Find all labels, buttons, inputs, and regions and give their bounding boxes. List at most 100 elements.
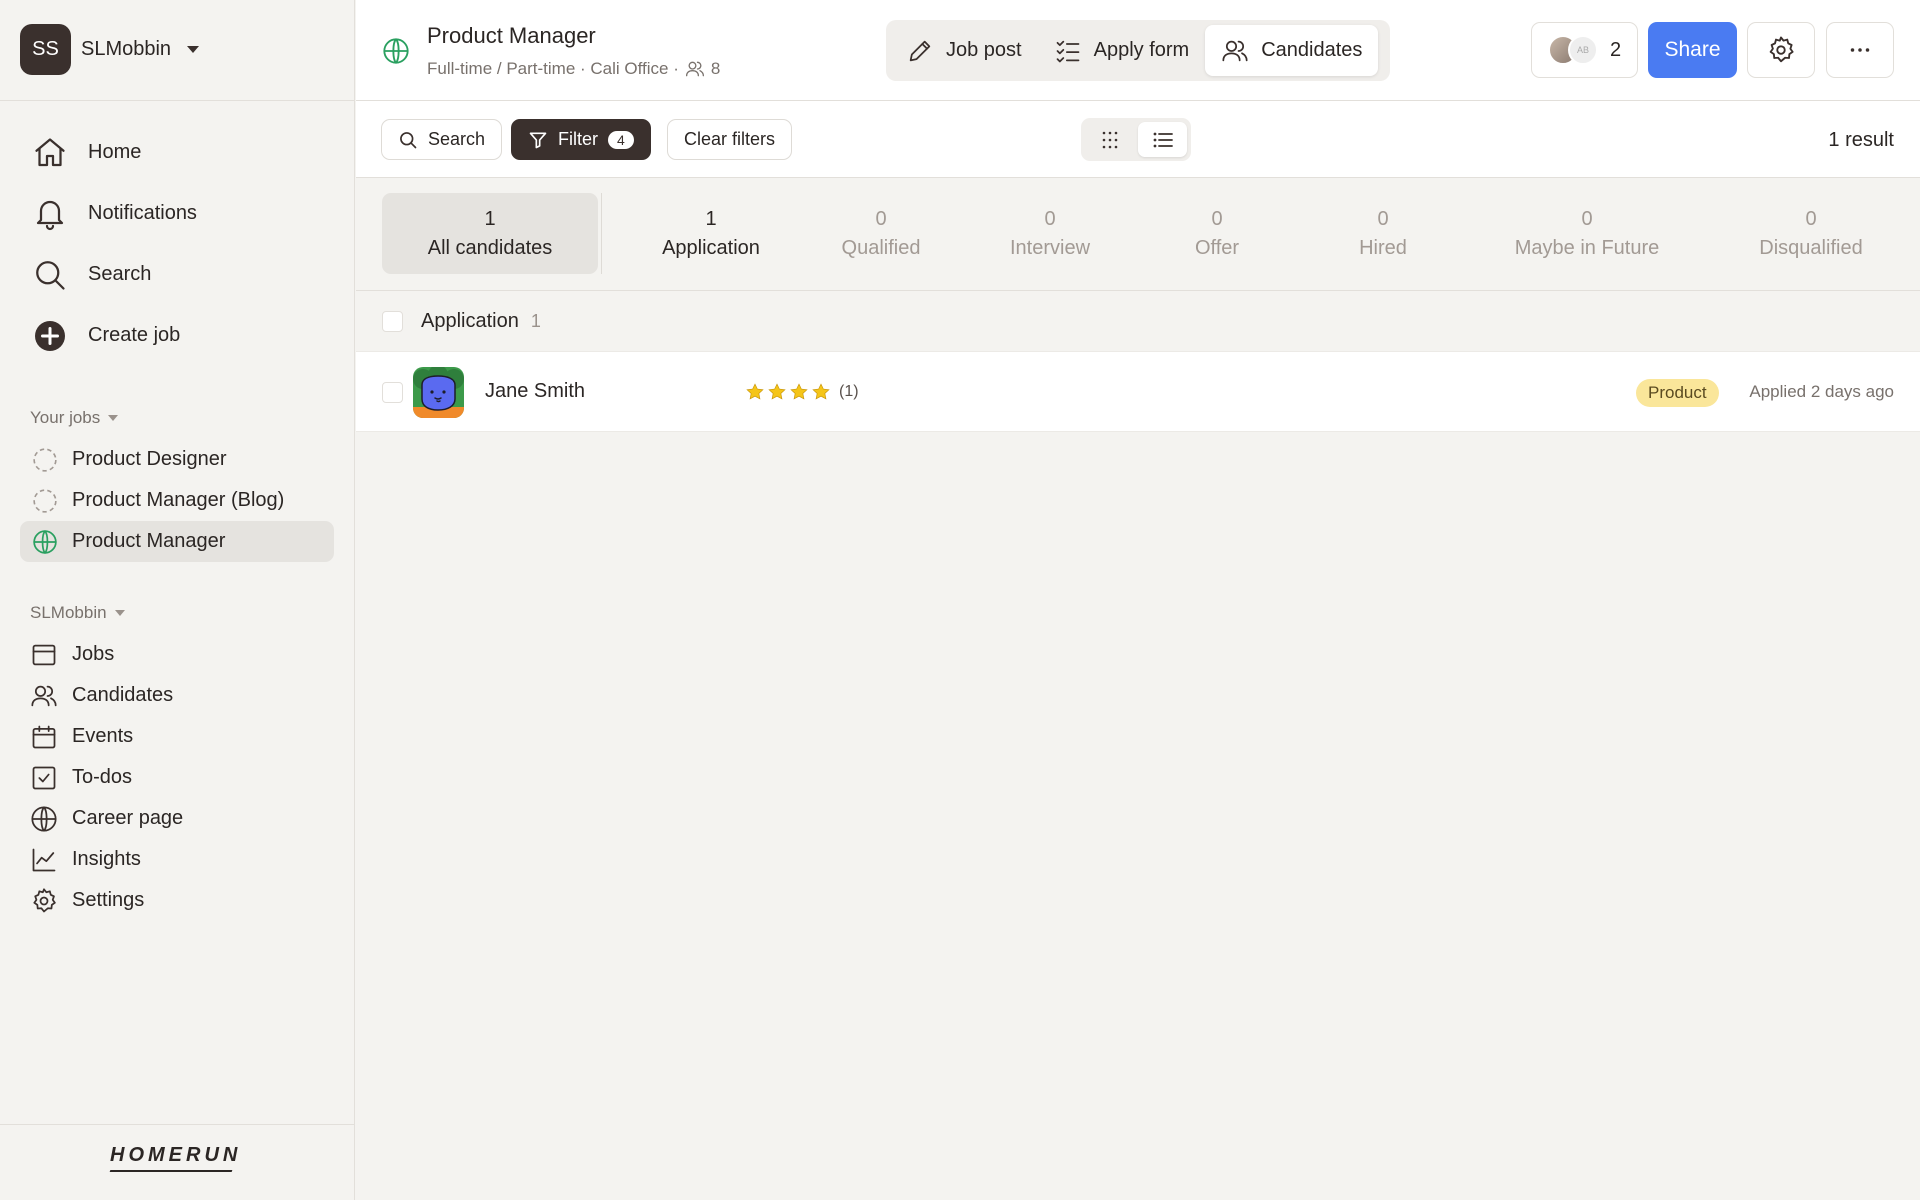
brand-logo: HOMERUN: [110, 1144, 242, 1166]
calendar-icon: [32, 725, 56, 748]
group-count: 1: [530, 310, 541, 331]
clear-filters-button[interactable]: Clear filters: [667, 119, 793, 160]
stage-interview[interactable]: 0 Interview: [985, 193, 1115, 274]
candidates-toolbar: Search Filter 4 Clear filters 1 result: [356, 101, 1920, 178]
divider: [0, 100, 355, 101]
nav-item-create-job[interactable]: Create job: [20, 305, 335, 366]
users-icon: [685, 61, 704, 77]
stage-qualified[interactable]: 0 Qualified: [816, 193, 946, 274]
nav-item-label: Search: [88, 263, 152, 285]
avatar: [413, 367, 464, 418]
caret-down-icon: [108, 415, 119, 421]
group-header: Application 1: [356, 291, 1920, 351]
org-toggle[interactable]: SLMobbin: [30, 603, 125, 623]
list-view-button[interactable]: [1138, 122, 1187, 157]
star-icon: [812, 383, 830, 400]
tab-apply-form[interactable]: Apply form: [1038, 25, 1206, 76]
tab-candidates[interactable]: Candidates: [1205, 25, 1379, 76]
org-item-label: Jobs: [72, 643, 115, 665]
checkbox-icon: [32, 766, 56, 789]
job-item-label: Product Manager (Blog): [72, 489, 285, 511]
stage-label: Offer: [1194, 236, 1240, 259]
org-item-insights[interactable]: Insights: [20, 839, 334, 880]
nav-item-label: Create job: [88, 324, 181, 346]
org-item-career-page[interactable]: Career page: [20, 798, 334, 839]
users-icon: [31, 685, 57, 706]
org-item-label: Events: [72, 725, 134, 747]
org-item-todos[interactable]: To-dos: [20, 757, 334, 798]
stage-count: 0: [1044, 207, 1056, 230]
org-item-candidates[interactable]: Candidates: [20, 675, 334, 716]
group-select-checkbox[interactable]: [382, 310, 403, 332]
nav-item-home[interactable]: Home: [20, 122, 335, 183]
grid-dots-icon: [1102, 131, 1117, 148]
job-item-product-manager-blog[interactable]: Product Manager (Blog): [20, 480, 334, 521]
stage-maybe-in-future[interactable]: 0 Maybe in Future: [1492, 193, 1682, 274]
department-tag: Product: [1636, 379, 1719, 407]
filter-count-badge: 4: [608, 130, 634, 149]
chart-line-icon: [32, 848, 56, 871]
stage-count: 1: [705, 207, 717, 230]
your-jobs-list: Product Designer Product Manager (Blog) …: [20, 439, 334, 562]
globe-icon: [383, 38, 409, 64]
applied-time: Applied 2 days ago: [1749, 382, 1894, 401]
org-item-jobs[interactable]: Jobs: [20, 634, 334, 675]
group-title: Application: [421, 309, 519, 332]
collaborators-button[interactable]: AB 2: [1531, 22, 1638, 78]
browser-icon: [32, 644, 56, 665]
search-icon: [36, 260, 65, 290]
job-meta: Full-time / Part-time · Cali Office · 8: [427, 59, 720, 79]
org-item-settings[interactable]: Settings: [20, 880, 334, 921]
divider: [601, 193, 602, 274]
share-button[interactable]: Share: [1648, 22, 1737, 78]
stage-count: 0: [1581, 207, 1593, 230]
stage-offer[interactable]: 0 Offer: [1152, 193, 1282, 274]
org-item-events[interactable]: Events: [20, 716, 334, 757]
section-label: SLMobbin: [30, 603, 107, 622]
job-item-label: Product Manager: [72, 530, 226, 552]
tab-label: Candidates: [1261, 39, 1363, 61]
rating: (1): [745, 382, 859, 402]
stage-disqualified[interactable]: 0 Disqualified: [1726, 193, 1896, 274]
settings-button[interactable]: [1747, 22, 1815, 78]
job-item-product-designer[interactable]: Product Designer: [20, 439, 334, 480]
bell-icon: [36, 200, 64, 230]
tab-label: Apply form: [1093, 39, 1190, 61]
job-header: Product Manager Full-time / Part-time · …: [356, 0, 1920, 101]
filter-button[interactable]: Filter 4: [511, 119, 651, 160]
tab-job-post[interactable]: Job post: [890, 25, 1038, 76]
avatar: AB: [1568, 35, 1598, 65]
gear-icon: [33, 887, 56, 912]
job-meta-text: Full-time / Part-time · Cali Office ·: [427, 59, 679, 78]
list-icon: [1153, 132, 1173, 147]
globe-icon: [31, 805, 57, 832]
star-icon: [790, 383, 808, 400]
stage-hired[interactable]: 0 Hired: [1318, 193, 1448, 274]
stage-all-candidates[interactable]: 1 All candidates: [382, 193, 598, 274]
result-count: 1 result: [1828, 129, 1894, 151]
stage-application[interactable]: 1 Application: [626, 193, 796, 274]
search-button[interactable]: Search: [381, 119, 503, 160]
divider: [0, 1124, 355, 1125]
gear-icon: [1769, 36, 1794, 63]
row-select-checkbox[interactable]: [382, 382, 403, 403]
more-button[interactable]: [1826, 22, 1894, 78]
your-jobs-toggle[interactable]: Your jobs: [30, 408, 119, 428]
nav-item-search[interactable]: Search: [20, 244, 335, 305]
workspace-switcher[interactable]: SS SLMobbin: [20, 22, 200, 76]
board-view-button[interactable]: [1085, 122, 1134, 157]
caret-down-icon: [114, 610, 125, 616]
pipeline-stages: 1 All candidates 1 Application 0 Qualifi…: [356, 178, 1920, 291]
main-nav: Home Notifications Search Create job: [20, 122, 335, 366]
nav-item-label: Notifications: [88, 202, 197, 224]
funnel-icon: [529, 132, 547, 148]
star-icon: [768, 383, 786, 400]
stage-count: 0: [1805, 207, 1817, 230]
table-row[interactable]: Jane Smith (1) Product Applied 2 days ag…: [356, 351, 1920, 432]
search-label: Search: [428, 129, 486, 149]
sidebar: SS SLMobbin Home Notifications Search Cr…: [0, 0, 355, 1200]
org-item-label: Settings: [72, 889, 145, 911]
job-item-label: Product Designer: [72, 448, 227, 470]
nav-item-notifications[interactable]: Notifications: [20, 183, 335, 244]
job-item-product-manager[interactable]: Product Manager: [20, 521, 334, 562]
